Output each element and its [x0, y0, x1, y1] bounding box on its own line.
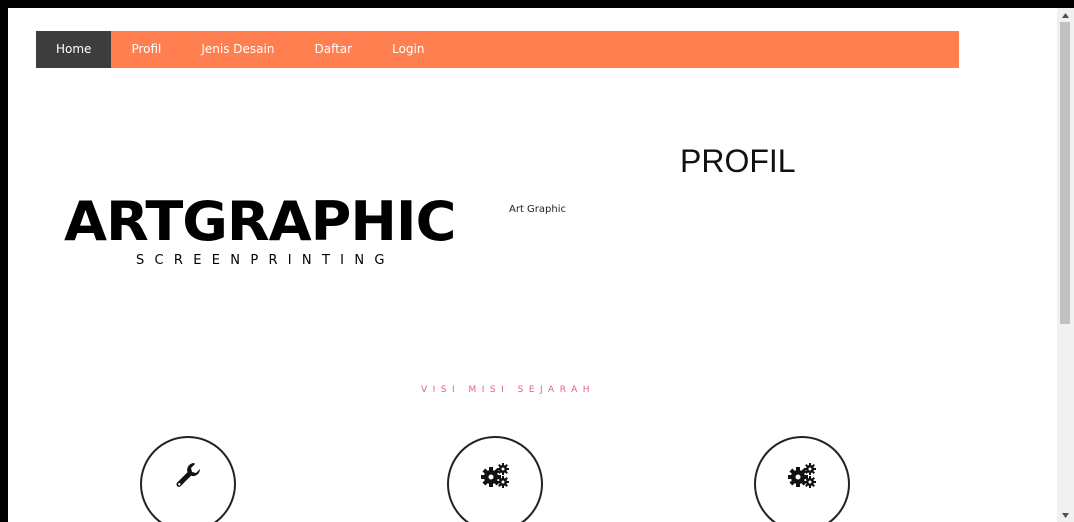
- nav-item-daftar[interactable]: Daftar: [294, 31, 372, 68]
- scroll-down-arrow[interactable]: [1057, 508, 1074, 522]
- feature-circle-3: [754, 436, 850, 522]
- nav-item-login[interactable]: Login: [372, 31, 444, 68]
- triangle-down-icon: [1062, 512, 1069, 518]
- logo-wordmark: ARTGRAPHIC: [64, 190, 456, 253]
- wrench-icon: [176, 463, 201, 487]
- browser-viewport: Home Profil Jenis Desain Daftar Login AR…: [8, 8, 1074, 522]
- profil-text: Art Graphic: [509, 204, 567, 215]
- scroll-up-arrow[interactable]: [1057, 8, 1074, 22]
- nav-item-home[interactable]: Home: [36, 31, 112, 68]
- gears-icon: [481, 463, 509, 488]
- artgraphic-logo: ARTGRAPHIC SCREENPRINTING: [64, 194, 464, 274]
- triangle-up-icon: [1062, 12, 1069, 18]
- vertical-scrollbar[interactable]: [1057, 8, 1074, 522]
- scroll-thumb[interactable]: [1060, 22, 1070, 324]
- section-title: VISI MISI SEJARAH: [420, 385, 596, 395]
- nav-item-profil[interactable]: Profil: [111, 31, 181, 68]
- logo-tagline: SCREENPRINTING: [136, 253, 395, 268]
- feature-circle-2: [447, 436, 543, 522]
- profil-heading: PROFIL: [680, 143, 796, 179]
- nav-item-jenis-desain[interactable]: Jenis Desain: [181, 31, 294, 68]
- feature-circle-1: [140, 436, 236, 522]
- top-navbar: Home Profil Jenis Desain Daftar Login: [36, 31, 959, 68]
- gears-icon: [788, 463, 816, 488]
